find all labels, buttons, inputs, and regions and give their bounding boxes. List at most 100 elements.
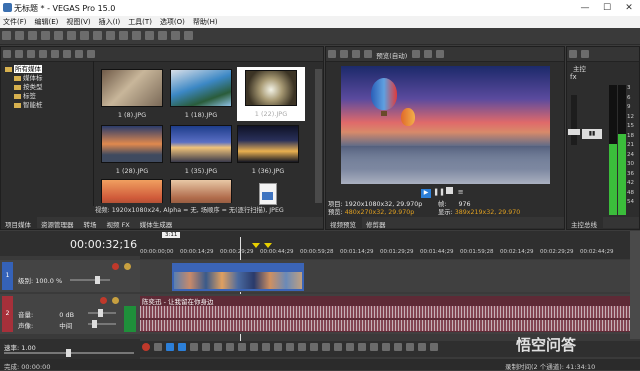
pause-button[interactable]: ❚❚ bbox=[433, 188, 445, 197]
stop-button[interactable] bbox=[446, 187, 454, 194]
split-screen-icon[interactable] bbox=[340, 50, 348, 58]
close-button[interactable]: ✕ bbox=[618, 0, 640, 16]
paste-icon[interactable] bbox=[93, 31, 102, 40]
solo-icon[interactable] bbox=[124, 263, 131, 270]
media-thumb[interactable]: 1 (36).JPG bbox=[237, 125, 299, 175]
master-fader-handle[interactable] bbox=[568, 129, 580, 135]
media-thumb[interactable]: 1 (28).JPG bbox=[101, 125, 163, 175]
split-icon[interactable] bbox=[310, 343, 318, 351]
tree-item-all-media[interactable]: 所有媒体 bbox=[5, 65, 43, 74]
tab-project-media[interactable]: 项目媒体 bbox=[1, 217, 37, 229]
auto-ripple-icon[interactable] bbox=[370, 343, 378, 351]
loop-start-marker[interactable] bbox=[252, 243, 260, 248]
marker-icon[interactable] bbox=[334, 343, 342, 351]
properties-icon[interactable] bbox=[63, 50, 71, 58]
normal-edit-tool-icon[interactable] bbox=[262, 343, 270, 351]
media-thumb[interactable]: 1 (8).JPG bbox=[101, 69, 163, 119]
selection-tool-icon[interactable] bbox=[286, 343, 294, 351]
tab-media-generators[interactable]: 媒体生成器 bbox=[136, 217, 179, 229]
tab-explorer[interactable]: 资源管理器 bbox=[37, 217, 80, 229]
pause-button[interactable] bbox=[190, 343, 198, 351]
menu-help[interactable]: 帮助(H) bbox=[190, 16, 223, 27]
search-icon[interactable] bbox=[87, 50, 95, 58]
more-icon[interactable] bbox=[581, 50, 589, 58]
snapshot-icon[interactable] bbox=[423, 50, 432, 58]
render-icon[interactable] bbox=[54, 31, 63, 40]
menu-insert[interactable]: 插入(I) bbox=[96, 16, 126, 27]
overlays-icon[interactable] bbox=[411, 50, 420, 58]
menu-options[interactable]: 选项(O) bbox=[157, 16, 190, 27]
tree-item-tags[interactable]: 标签 bbox=[5, 92, 43, 101]
tab-trimmer[interactable]: 修剪器 bbox=[362, 217, 392, 229]
lock-icon[interactable] bbox=[322, 343, 330, 351]
video-event[interactable] bbox=[172, 263, 304, 291]
play-button[interactable]: ▶ bbox=[421, 189, 431, 198]
overflow-icon[interactable] bbox=[430, 343, 438, 351]
media-thumb-document[interactable] bbox=[253, 183, 283, 205]
tab-transitions[interactable]: 转场 bbox=[80, 217, 103, 229]
more-icon[interactable] bbox=[435, 50, 444, 58]
snapping-icon[interactable] bbox=[358, 343, 366, 351]
maximize-button[interactable]: ☐ bbox=[596, 0, 618, 16]
views-icon[interactable] bbox=[75, 50, 83, 58]
play-from-start-button[interactable] bbox=[166, 343, 174, 351]
play-button[interactable] bbox=[178, 343, 186, 351]
selection-tool-icon[interactable] bbox=[171, 31, 180, 40]
loop-end-marker[interactable] bbox=[264, 243, 272, 248]
help-icon[interactable] bbox=[184, 31, 193, 40]
menu-tools[interactable]: 工具(T) bbox=[125, 16, 157, 27]
menu-icon[interactable]: ≡ bbox=[458, 188, 467, 197]
preview-settings-icon[interactable] bbox=[328, 50, 336, 58]
envelope-tool-icon[interactable] bbox=[158, 31, 167, 40]
new-project-icon[interactable] bbox=[2, 31, 11, 40]
undo-icon[interactable] bbox=[119, 31, 128, 40]
timeline-ruler[interactable]: 3:11 00:00:00;00 00:00:14;29 00:00:29;29 00… bbox=[140, 231, 630, 259]
preview-quality-select[interactable]: 预览(自动) bbox=[376, 50, 407, 60]
media-thumb-selected[interactable]: 1 (22).JPG bbox=[237, 67, 305, 121]
open-icon[interactable] bbox=[15, 31, 24, 40]
timeline-vscroll[interactable] bbox=[630, 231, 640, 339]
media-fx-icon[interactable] bbox=[51, 50, 59, 58]
master-mute-icon[interactable]: ▮▮ bbox=[582, 129, 602, 139]
mute-icon[interactable] bbox=[100, 297, 107, 304]
cut-icon[interactable] bbox=[67, 31, 76, 40]
copy-icon[interactable] bbox=[80, 31, 89, 40]
pan-slider-handle[interactable] bbox=[92, 320, 97, 328]
envelope-tool-icon[interactable] bbox=[274, 343, 282, 351]
external-monitor-icon[interactable] bbox=[352, 50, 360, 58]
tree-item-media-bins[interactable]: 媒体标 bbox=[5, 74, 43, 83]
tab-video-preview[interactable]: 视频预览 bbox=[326, 217, 362, 229]
delete-icon[interactable] bbox=[106, 31, 115, 40]
settings-icon[interactable] bbox=[569, 50, 577, 58]
media-thumb[interactable]: 1 (35).JPG bbox=[170, 125, 232, 175]
region-icon[interactable] bbox=[346, 343, 354, 351]
media-scrollbar[interactable] bbox=[315, 69, 322, 203]
media-thumb[interactable] bbox=[170, 179, 232, 203]
record-button[interactable] bbox=[142, 343, 150, 351]
stop-button[interactable] bbox=[202, 343, 210, 351]
crossfade-icon[interactable] bbox=[406, 343, 414, 351]
next-frame-button[interactable] bbox=[250, 343, 258, 351]
level-slider-handle[interactable] bbox=[95, 276, 100, 284]
go-to-end-button[interactable] bbox=[226, 343, 234, 351]
tab-master-bus[interactable]: 主控总线 bbox=[567, 217, 603, 229]
minimize-button[interactable]: — bbox=[574, 0, 596, 16]
group-icon[interactable] bbox=[418, 343, 426, 351]
tree-item-smart-bins[interactable]: 智能桩 bbox=[5, 101, 43, 110]
grid-icon[interactable] bbox=[382, 343, 390, 351]
mute-icon[interactable] bbox=[112, 263, 119, 270]
zoom-icon[interactable] bbox=[394, 343, 402, 351]
volume-slider-handle[interactable] bbox=[98, 309, 103, 317]
tree-item-by-type[interactable]: 按类型 bbox=[5, 83, 43, 92]
media-thumb[interactable]: 1 (18).JPG bbox=[170, 69, 232, 119]
redo-icon[interactable] bbox=[132, 31, 141, 40]
prev-frame-button[interactable] bbox=[238, 343, 246, 351]
audio-event[interactable]: 陈奕迅 - 让我留在你身边 bbox=[140, 296, 630, 332]
rate-slider-handle[interactable] bbox=[66, 349, 71, 357]
capture-icon[interactable] bbox=[15, 50, 23, 58]
remove-media-icon[interactable] bbox=[39, 50, 47, 58]
trim-icon[interactable] bbox=[298, 343, 306, 351]
normal-edit-tool-icon[interactable] bbox=[145, 31, 154, 40]
menu-edit[interactable]: 编辑(E) bbox=[32, 16, 64, 27]
media-thumb[interactable] bbox=[101, 179, 163, 203]
